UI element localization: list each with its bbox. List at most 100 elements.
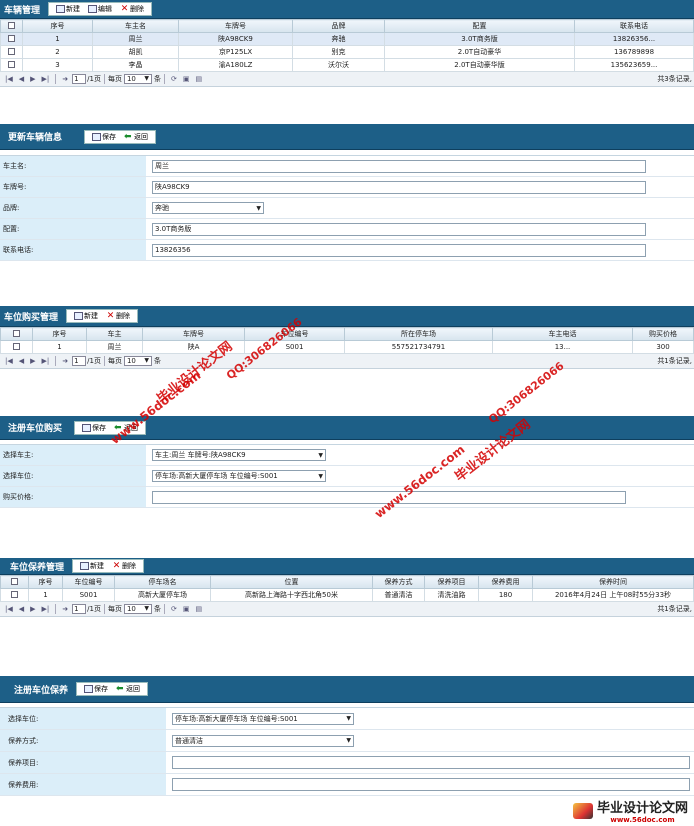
page-size-select[interactable]: 10 ▼ xyxy=(123,74,152,84)
export-icon[interactable]: ▣ xyxy=(183,605,190,613)
form-row: 保养费用: xyxy=(0,774,694,796)
table-row[interactable]: 1 周兰 陕A98CK9 奔驰 3.0T商务版 13826356... xyxy=(0,32,694,46)
row-checkbox[interactable] xyxy=(11,590,18,598)
next-page-icon[interactable]: ▶ xyxy=(30,357,35,365)
page-input[interactable]: 1 xyxy=(72,74,87,84)
per-page-label: 每页 xyxy=(107,75,122,83)
field-label: 配置: xyxy=(0,219,146,239)
per-page-label: 每页 xyxy=(107,605,122,613)
unit-label: 条 xyxy=(153,357,161,365)
config-input[interactable]: 3.0T商务版 xyxy=(152,222,646,236)
save-button[interactable]: 保存 xyxy=(88,132,120,142)
fee-input[interactable] xyxy=(172,778,690,791)
cell: 高新路上海路十字西北角50米 xyxy=(210,588,373,602)
table-row[interactable]: 1 S001 高新大厦停车场 高新路上海路十字西北角50米 普通清洁 清洗油路 180 201… xyxy=(0,588,694,602)
col-header[interactable]: 联系电话 xyxy=(574,19,694,33)
prev-page-icon[interactable]: ◀ xyxy=(19,357,24,365)
go-icon[interactable]: ➜ xyxy=(62,357,68,365)
first-page-icon[interactable]: |◀ xyxy=(5,357,13,365)
col-header[interactable]: 配置 xyxy=(384,19,575,33)
space-select[interactable]: 停车场:高新大厦停车场 车位编号:S001 ▼ xyxy=(152,470,326,482)
col-header[interactable]: 车主电话 xyxy=(492,327,633,341)
method-select[interactable]: 普通清洁 ▼ xyxy=(172,734,354,747)
col-header[interactable]: 车牌号 xyxy=(178,19,293,33)
plate-input[interactable]: 陕A98CK9 xyxy=(152,180,646,194)
save-icon xyxy=(82,423,92,432)
panel-title: 车位保养管理 xyxy=(10,562,65,573)
refresh-icon[interactable]: ⟳ xyxy=(171,605,177,613)
owner-name-input[interactable]: 周兰 xyxy=(152,159,646,173)
back-button[interactable]: ⬅ 返回 xyxy=(112,684,144,694)
form-row: 选择车位: 停车场:高新大厦停车场 车位编号:S001 ▼ xyxy=(0,708,694,730)
col-header[interactable]: 品牌 xyxy=(292,19,385,33)
page-size-select[interactable]: 10 ▼ xyxy=(123,604,152,614)
field-label: 品牌: xyxy=(0,198,146,218)
next-page-icon[interactable]: ▶ xyxy=(30,75,35,83)
toolbar: 保存 ⬅ 返回 xyxy=(76,682,149,696)
table-row[interactable]: 3 李晶 渝A180LZ 沃尔沃 2.0T自动豪华版 135623659... xyxy=(0,58,694,72)
cell: 1 xyxy=(32,340,87,354)
last-page-icon[interactable]: ▶| xyxy=(42,357,50,365)
print-icon[interactable]: ▤ xyxy=(195,75,202,83)
select-all-checkbox[interactable] xyxy=(11,577,18,585)
refresh-icon[interactable]: ⟳ xyxy=(171,75,177,83)
save-button[interactable]: 保存 xyxy=(80,684,112,694)
phone-input[interactable]: 13826356 xyxy=(152,243,646,257)
row-checkbox[interactable] xyxy=(8,47,15,55)
select-all-checkbox[interactable] xyxy=(8,21,15,29)
row-checkbox[interactable] xyxy=(8,34,15,42)
edit-button[interactable]: 编辑 xyxy=(84,4,116,14)
item-input[interactable] xyxy=(172,756,690,769)
table-row[interactable]: 1 周兰 陕A S001 557521734791 13... 300 xyxy=(0,340,694,354)
record-summary: 共1条记录, xyxy=(657,605,692,613)
col-header[interactable]: 保养项目 xyxy=(424,575,479,589)
purchase-table: 序号 车主 车牌号 车位编号 所在停车场 车主电话 购买价格 1 周兰 陕A S001… xyxy=(0,327,694,354)
first-page-icon[interactable]: |◀ xyxy=(5,605,13,613)
delete-button[interactable]: ✕ 删除 xyxy=(102,311,134,321)
go-icon[interactable]: ➜ xyxy=(62,605,68,613)
col-header[interactable]: 车主 xyxy=(86,327,143,341)
page-input[interactable]: 1 xyxy=(72,604,87,614)
col-header[interactable]: 序号 xyxy=(32,327,87,341)
next-page-icon[interactable]: ▶ xyxy=(30,605,35,613)
table-row[interactable]: 2 胡凯 京P125LX 别克 2.0T自动豪华 136789898 xyxy=(0,45,694,59)
prev-page-icon[interactable]: ◀ xyxy=(19,75,24,83)
select-all-checkbox[interactable] xyxy=(13,329,20,337)
print-icon[interactable]: ▤ xyxy=(195,605,202,613)
owner-select[interactable]: 车主:周兰 车牌号:陕A98CK9 ▼ xyxy=(152,449,326,461)
col-header[interactable]: 位置 xyxy=(210,575,373,589)
row-checkbox[interactable] xyxy=(13,342,20,350)
col-header[interactable]: 保养费用 xyxy=(478,575,533,589)
cell: 沃尔沃 xyxy=(292,58,385,72)
export-icon[interactable]: ▣ xyxy=(183,75,190,83)
col-header[interactable]: 停车场名 xyxy=(114,575,211,589)
page-size-select[interactable]: 10 ▼ xyxy=(123,356,152,366)
col-header[interactable]: 车位编号 xyxy=(62,575,115,589)
col-header[interactable]: 购买价格 xyxy=(632,327,694,341)
back-button[interactable]: ⬅ 返回 xyxy=(120,132,152,142)
first-page-icon[interactable]: |◀ xyxy=(5,75,13,83)
save-button[interactable]: 保存 xyxy=(78,423,110,433)
delete-button[interactable]: ✕ 删除 xyxy=(116,4,148,14)
vehicle-table: 序号 车主名 车牌号 品牌 配置 联系电话 1 周兰 陕A98CK9 奔驰 3.0T商务… xyxy=(0,19,694,72)
brand-select[interactable]: 奔驰 ▼ xyxy=(152,202,264,214)
col-header[interactable]: 车主名 xyxy=(92,19,179,33)
prev-page-icon[interactable]: ◀ xyxy=(19,605,24,613)
new-button[interactable]: 新建 xyxy=(76,561,108,571)
last-page-icon[interactable]: ▶| xyxy=(42,75,50,83)
col-header[interactable]: 保养方式 xyxy=(372,575,425,589)
col-header[interactable]: 保养时间 xyxy=(532,575,694,589)
col-header[interactable]: 序号 xyxy=(22,19,93,33)
new-button[interactable]: 新建 xyxy=(70,311,102,321)
logo-icon xyxy=(572,802,593,819)
col-header[interactable]: 车牌号 xyxy=(142,327,245,341)
col-header[interactable]: 序号 xyxy=(28,575,63,589)
last-page-icon[interactable]: ▶| xyxy=(42,605,50,613)
row-checkbox[interactable] xyxy=(8,60,15,68)
col-header[interactable]: 所在停车场 xyxy=(344,327,493,341)
page-input[interactable]: 1 xyxy=(72,356,87,366)
go-icon[interactable]: ➜ xyxy=(62,75,68,83)
space-select[interactable]: 停车场:高新大厦停车场 车位编号:S001 ▼ xyxy=(172,712,354,725)
new-button[interactable]: 新建 xyxy=(52,4,84,14)
delete-button[interactable]: ✕ 删除 xyxy=(108,561,140,571)
